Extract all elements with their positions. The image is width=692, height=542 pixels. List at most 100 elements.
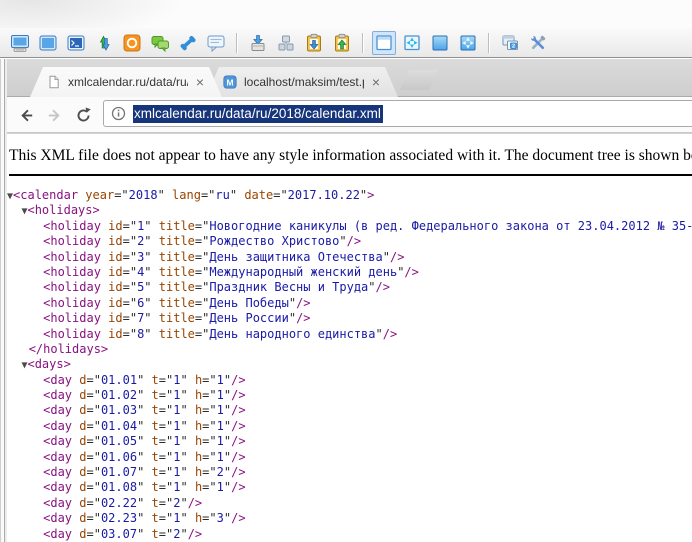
punct-token: =" xyxy=(158,388,174,403)
duplicate-window-icon[interactable]: 2 xyxy=(498,31,522,55)
import-box-icon[interactable] xyxy=(246,31,270,55)
attr-value-token: 1 xyxy=(216,388,224,403)
attr-value-token: День России xyxy=(209,311,289,326)
attr-name-token: d xyxy=(79,495,87,510)
punct-token: " xyxy=(223,434,232,449)
tag-token: /> xyxy=(404,264,419,279)
attr-name-token: title xyxy=(158,264,195,279)
xml-line: <holiday id="4" title="Международный жен… xyxy=(7,265,692,280)
tag-token: /> xyxy=(231,511,246,526)
punct-token: " xyxy=(223,480,232,495)
view-only-monitor-icon[interactable] xyxy=(36,31,60,55)
tag-token: <holiday xyxy=(43,280,101,295)
attr-name-token: t xyxy=(151,434,159,449)
punct-token: =" xyxy=(202,388,217,403)
xml-line: <day d="01.08" t="1" h="1"/> xyxy=(7,480,692,495)
omnibox[interactable]: xmlcalendar.ru/data/ru/2018/calendar.xml xyxy=(103,100,692,127)
file-transfer-icon[interactable] xyxy=(92,31,116,55)
clipboard-set-icon[interactable] xyxy=(330,31,354,55)
xml-line: </holidays> xyxy=(7,342,692,357)
tab-xmlcalendar[interactable]: xmlcalendar.ru/data/ru/201 × xyxy=(30,67,222,97)
attr-name-token: id xyxy=(108,218,123,233)
tools-icon[interactable] xyxy=(526,31,550,55)
attr-name-token: t xyxy=(151,372,159,387)
punct-token: " xyxy=(180,388,188,403)
xml-notice: This XML file does not appear to have an… xyxy=(9,147,692,164)
components-grid-icon[interactable] xyxy=(274,31,298,55)
tab-localhost[interactable]: M localhost/maksim/test.php × xyxy=(206,67,398,97)
close-icon[interactable]: × xyxy=(196,75,204,89)
punct-token: =" xyxy=(122,264,138,279)
tag-token: /> xyxy=(382,326,398,341)
tag-token: <days xyxy=(27,357,64,372)
launcher-toolbar: 2 xyxy=(0,28,692,58)
punct-token: " xyxy=(223,511,232,526)
close-icon[interactable]: × xyxy=(372,75,380,89)
tag-token: <day xyxy=(43,511,73,526)
reload-button[interactable] xyxy=(72,104,94,126)
send-message-icon[interactable] xyxy=(204,31,228,55)
back-button[interactable] xyxy=(15,104,37,126)
info-icon[interactable] xyxy=(111,106,126,121)
attr-name-token: t xyxy=(151,449,159,464)
xml-line: <holiday id="7" title="День России"/> xyxy=(7,311,692,326)
attr-value-token: 1 xyxy=(216,434,224,449)
tag-token: > xyxy=(63,357,71,372)
xml-line: <holiday id="6" title="День Победы"/> xyxy=(7,296,692,311)
view-fit-window-icon[interactable] xyxy=(400,31,424,55)
attr-name-token: title xyxy=(158,326,195,341)
forward-button[interactable] xyxy=(43,104,65,126)
punct-token: " xyxy=(180,480,188,495)
toolbar-separator xyxy=(488,32,490,53)
tag-token: /> xyxy=(296,295,311,310)
attr-value-token: 01.06 xyxy=(100,449,138,464)
tag-token: <holiday xyxy=(43,234,101,249)
view-fit-fullscreen-icon[interactable] xyxy=(456,31,480,55)
desktop-strip xyxy=(0,0,692,28)
shutdown-icon[interactable] xyxy=(120,31,144,55)
punct-token: " xyxy=(223,388,232,403)
text-chat-icon[interactable] xyxy=(148,31,172,55)
tag-token: <day xyxy=(43,372,73,387)
xml-line: <day d="01.03" t="1" h="1"/> xyxy=(7,403,692,418)
attr-value-token: 2018 xyxy=(128,188,158,202)
punct-token: =" xyxy=(86,418,101,433)
forward-arrow-icon xyxy=(48,109,60,121)
attr-name-token: title xyxy=(158,295,195,310)
tag-token: <holidays xyxy=(27,203,93,218)
punct-token: " xyxy=(382,249,390,264)
attr-name-token: t xyxy=(151,418,159,433)
punct-token: =" xyxy=(158,372,174,387)
tag-token: <holiday xyxy=(43,295,101,310)
remote-screen-control-icon[interactable] xyxy=(8,31,32,55)
punct-token: " xyxy=(144,249,152,264)
punct-token: =" xyxy=(158,418,174,433)
attr-value-token: 2017.10.22 xyxy=(287,188,360,202)
tag-token: /> xyxy=(231,388,246,403)
punct-token: " xyxy=(229,188,238,202)
attr-name-token: t xyxy=(151,465,159,480)
punct-token: " xyxy=(137,526,145,541)
punct-token: =" xyxy=(122,234,138,249)
tag-token: /> xyxy=(296,311,311,326)
punct-token: =" xyxy=(194,280,210,295)
voice-chat-icon[interactable] xyxy=(176,31,200,55)
view-normal-window-icon[interactable] xyxy=(372,30,396,55)
clipboard-get-icon[interactable] xyxy=(302,31,326,55)
punct-token: =" xyxy=(200,188,216,202)
punct-token: " xyxy=(144,234,152,249)
punct-token: =" xyxy=(194,234,210,249)
view-fullscreen-icon[interactable] xyxy=(428,31,452,55)
attr-value-token: 1 xyxy=(216,480,224,495)
attr-value-token: 02.23 xyxy=(100,511,138,526)
attr-value-token: 01.05 xyxy=(100,434,138,449)
new-tab-button[interactable] xyxy=(400,70,438,90)
punct-token: =" xyxy=(194,264,210,279)
attr-value-token: 01.07 xyxy=(100,465,138,480)
attr-name-token: id xyxy=(108,234,123,249)
attr-name-token: d xyxy=(79,403,87,418)
punct-token: " xyxy=(339,234,347,249)
tag-token: <calendar xyxy=(13,188,79,202)
terminal-icon[interactable] xyxy=(64,31,88,55)
punct-token: " xyxy=(180,403,188,418)
